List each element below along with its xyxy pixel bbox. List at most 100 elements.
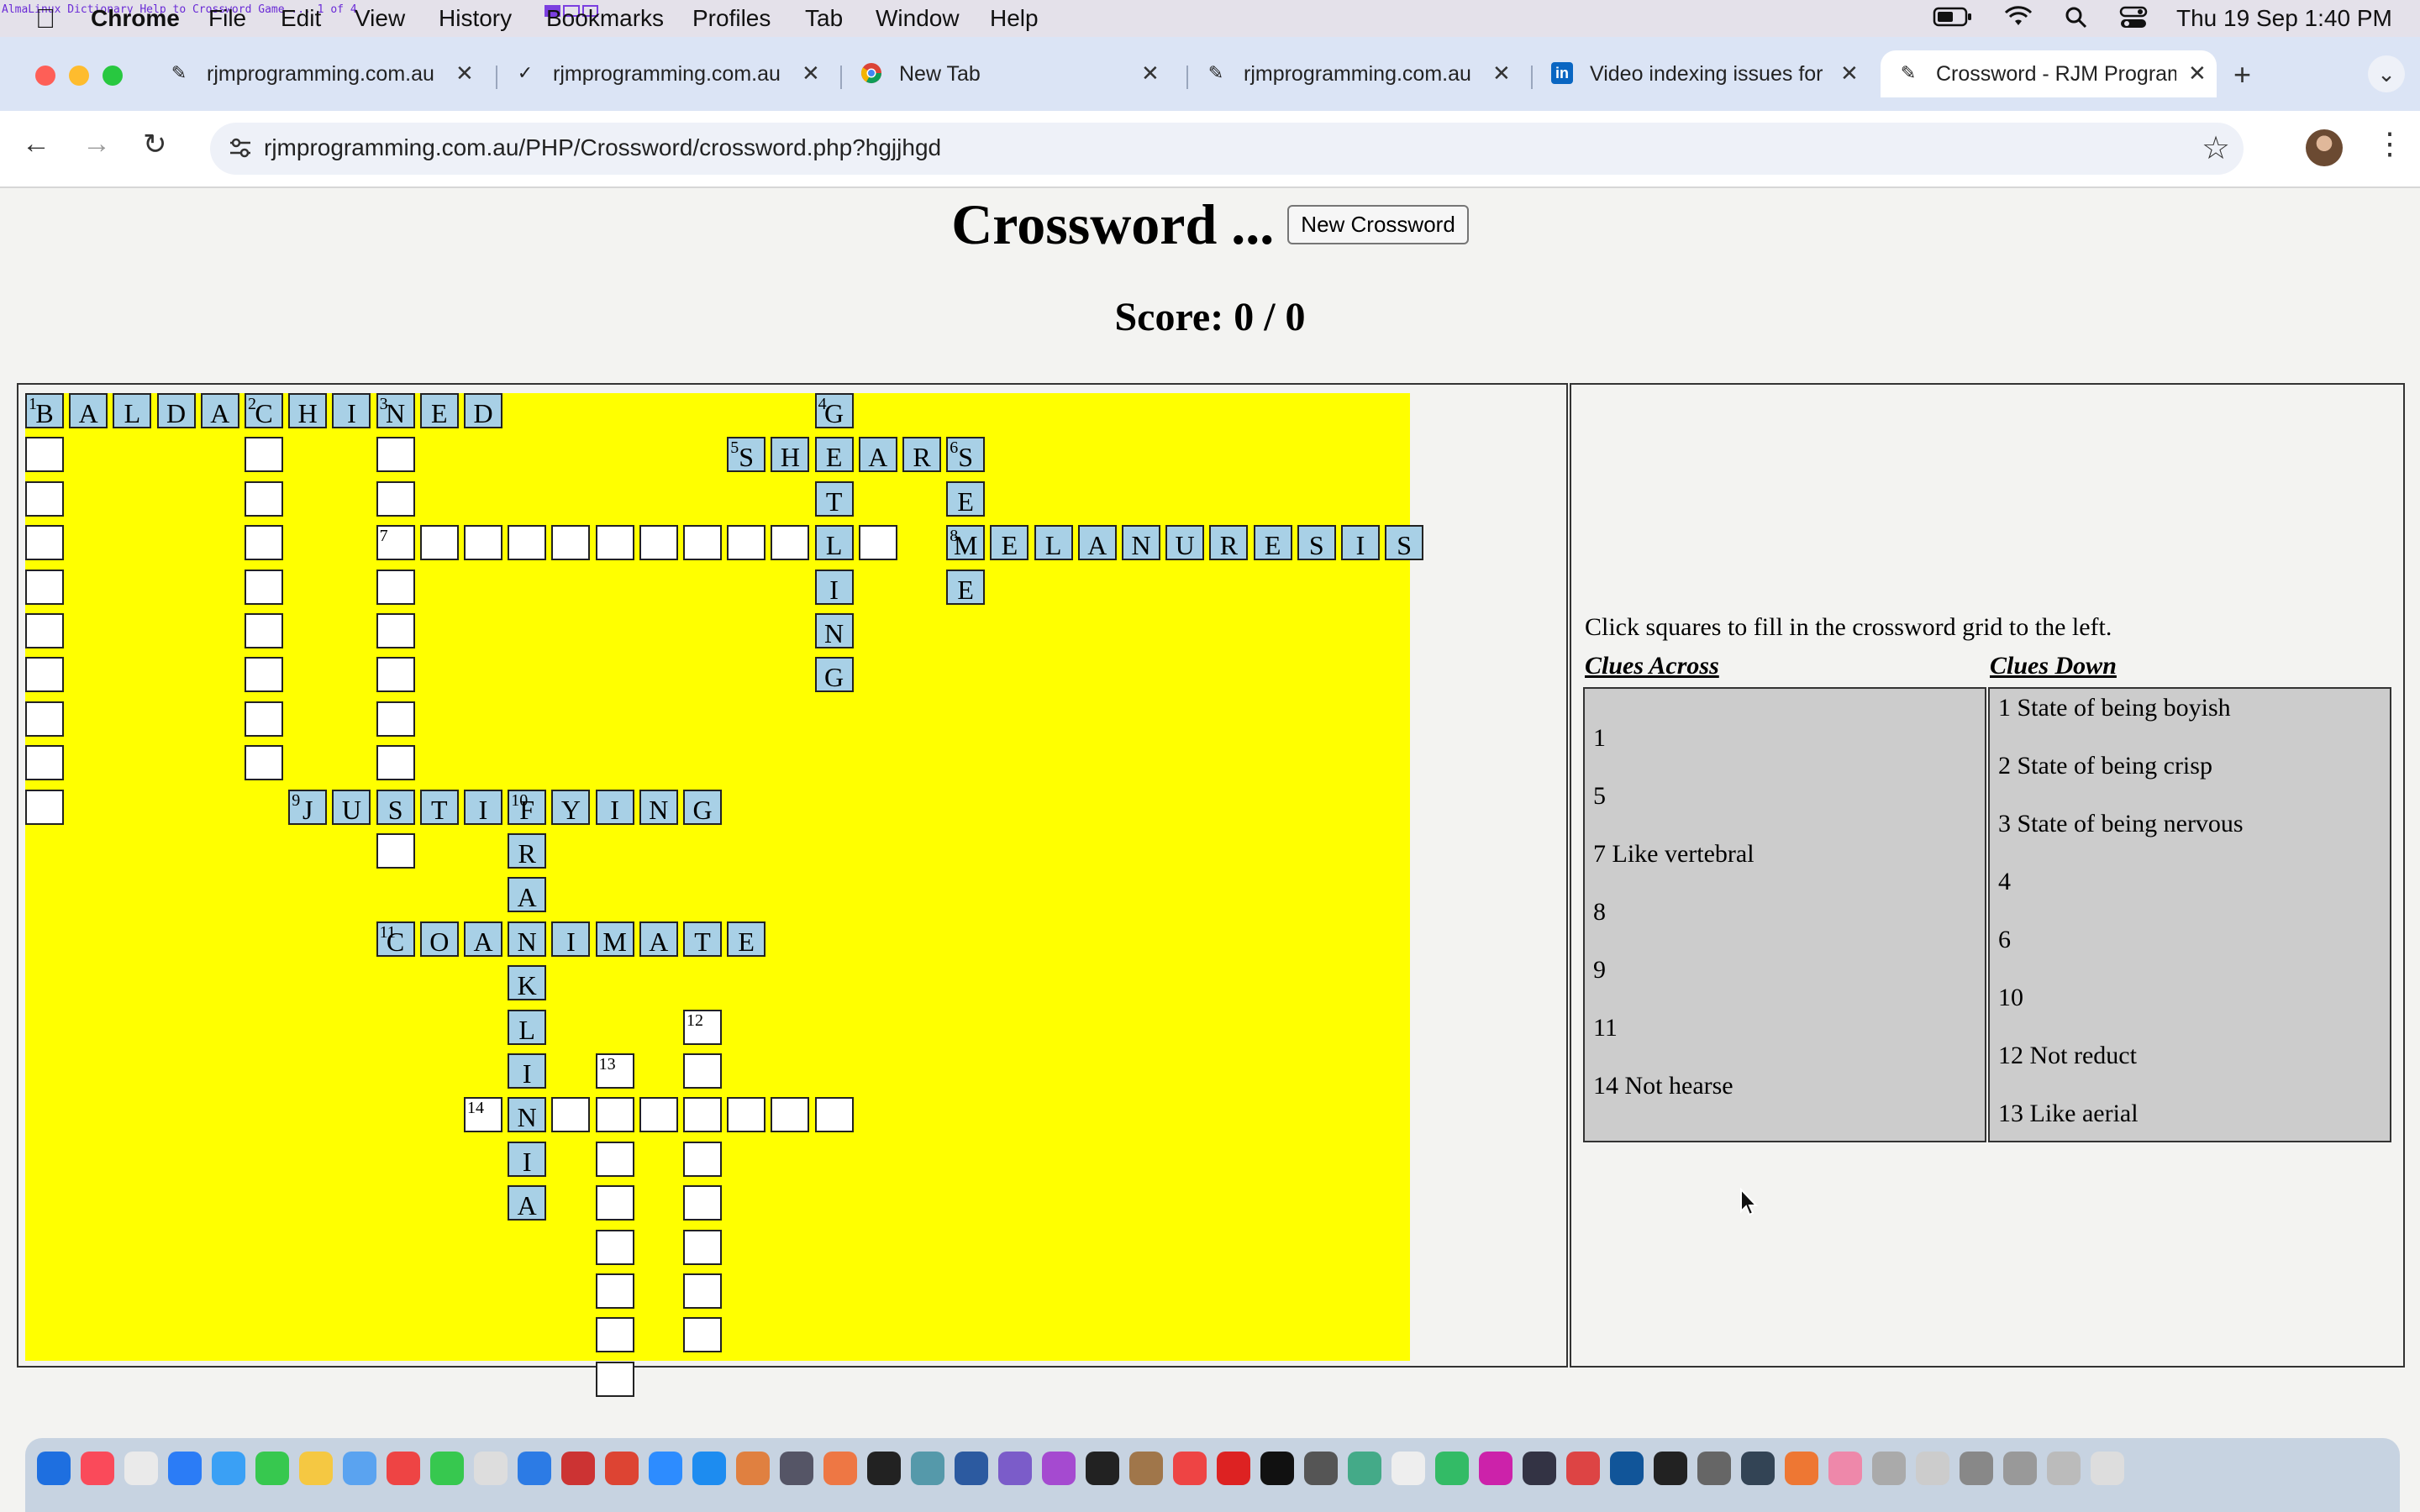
tab-rjm-3[interactable]: ✎ rjmprogramming.com.au ✕ — [1203, 50, 1514, 97]
crossword-cell[interactable] — [376, 833, 415, 869]
crossword-cell[interactable]: 3N — [376, 393, 415, 428]
crossword-cell[interactable]: T — [814, 480, 854, 517]
crossword-cell[interactable]: 1B — [25, 393, 64, 428]
crossword-cell[interactable] — [683, 1097, 722, 1133]
crossword-cell[interactable]: E — [1253, 525, 1292, 561]
notes-icon[interactable] — [299, 1452, 333, 1485]
chrome-menu-icon[interactable]: ⋮ — [2375, 126, 2405, 161]
apple-tv-icon[interactable] — [867, 1452, 901, 1485]
crossword-cell[interactable] — [25, 525, 64, 561]
menu-edit[interactable]: Edit — [281, 5, 321, 32]
wifi-icon[interactable] — [2003, 5, 2033, 34]
crossword-cell[interactable]: L — [113, 393, 152, 428]
terminal-icon[interactable] — [1086, 1452, 1119, 1485]
crossword-cell[interactable]: D — [156, 393, 196, 428]
firefox-icon[interactable] — [1566, 1452, 1600, 1485]
crossword-cell[interactable]: A — [508, 1185, 547, 1221]
script-editor-icon[interactable] — [1828, 1452, 1862, 1485]
crossword-cell[interactable]: 4G — [814, 393, 854, 428]
textedit-icon[interactable] — [474, 1452, 508, 1485]
crossword-cell[interactable] — [595, 1097, 634, 1133]
crossword-cell[interactable]: 6S — [946, 437, 986, 473]
crossword-cell[interactable] — [683, 525, 722, 561]
crossword-cell[interactable] — [771, 525, 810, 561]
crossword-cell[interactable] — [245, 613, 283, 648]
crossword-cell[interactable]: G — [814, 657, 854, 693]
crossword-cell[interactable]: A — [508, 877, 547, 913]
crossword-cell[interactable]: L — [814, 525, 854, 561]
messages-icon[interactable] — [255, 1452, 289, 1485]
folder-icon[interactable] — [1916, 1452, 1949, 1485]
crossword-cell[interactable]: H — [288, 393, 328, 428]
crossword-cell[interactable]: 8M — [946, 525, 986, 561]
launchpad-icon[interactable] — [387, 1452, 420, 1485]
close-tab-icon[interactable]: ✕ — [455, 60, 474, 87]
close-tab-icon[interactable]: ✕ — [802, 60, 820, 87]
menu-bookmarks[interactable]: Bookmarks — [546, 5, 664, 32]
crossword-cell[interactable]: M — [595, 921, 634, 957]
crossword-cell[interactable] — [376, 480, 415, 517]
crossword-cell[interactable]: A — [200, 393, 239, 428]
safari-icon[interactable] — [168, 1452, 202, 1485]
music-icon[interactable] — [81, 1452, 114, 1485]
crossword-cell[interactable] — [683, 1053, 722, 1089]
crossword-cell[interactable] — [727, 525, 766, 561]
tab-rjm-2[interactable]: ✓ rjmprogramming.com.au ✕ — [513, 50, 823, 97]
crossword-cell[interactable] — [376, 569, 415, 605]
crossword-cell[interactable]: L — [1034, 525, 1073, 561]
crossword-cell[interactable]: S — [1385, 525, 1424, 561]
menubar-clock[interactable]: Thu 19 Sep 1:40 PM — [2176, 5, 2392, 32]
crossword-cell[interactable]: 2C — [245, 393, 283, 428]
crossword-cell[interactable]: O — [419, 921, 459, 957]
spotlight-search-icon[interactable] — [2064, 5, 2089, 36]
crossword-cell[interactable] — [464, 525, 502, 561]
crossword-cell[interactable]: U — [332, 789, 371, 825]
gimp-icon[interactable] — [780, 1452, 813, 1485]
postgres-icon[interactable] — [1654, 1452, 1687, 1485]
crossword-cell[interactable] — [376, 437, 415, 473]
crossword-cell[interactable]: Y — [551, 789, 591, 825]
quicktime-icon[interactable] — [1435, 1452, 1469, 1485]
crossword-cell[interactable]: 10 F — [508, 789, 547, 825]
menu-history[interactable]: History — [439, 5, 512, 32]
crossword-cell[interactable] — [595, 1185, 634, 1221]
crossword-cell[interactable] — [595, 525, 634, 561]
minimize-window-icon[interactable] — [69, 66, 89, 86]
url-text[interactable]: rjmprogramming.com.au/PHP/Crossword/cros… — [264, 134, 941, 161]
podcasts-icon[interactable] — [1042, 1452, 1076, 1485]
reload-icon[interactable]: ↻ — [143, 128, 167, 161]
crossword-cell[interactable]: N — [639, 789, 678, 825]
terminal-2-icon[interactable] — [1260, 1452, 1294, 1485]
zoom-icon[interactable] — [649, 1452, 682, 1485]
preview-icon[interactable] — [343, 1452, 376, 1485]
photos-icon[interactable] — [736, 1452, 770, 1485]
document-icon[interactable] — [1960, 1452, 1993, 1485]
crossword-cell[interactable] — [551, 525, 591, 561]
crossword-cell[interactable] — [376, 613, 415, 648]
crossword-cell[interactable] — [245, 745, 283, 781]
crossword-cell[interactable]: N — [1122, 525, 1160, 561]
crossword-cell[interactable] — [25, 613, 64, 648]
crossword-cell[interactable]: I — [332, 393, 371, 428]
crossword-cell[interactable]: E — [990, 525, 1029, 561]
crossword-cell[interactable]: 7 — [376, 525, 415, 561]
crossword-cell[interactable] — [245, 437, 283, 473]
crossword-cell[interactable]: E — [814, 437, 854, 473]
crossword-cell[interactable]: H — [771, 437, 810, 473]
crossword-cell[interactable]: 12 — [683, 1009, 722, 1045]
crossword-cell[interactable]: 9J — [288, 789, 328, 825]
crossword-cell[interactable] — [25, 480, 64, 517]
tab-linkedin[interactable]: in Video indexing issues for ✕ — [1549, 50, 1860, 97]
apple-icon[interactable]:  — [35, 3, 55, 34]
crossword-cell[interactable]: A — [858, 437, 897, 473]
chrome-icon[interactable] — [1348, 1452, 1381, 1485]
bookmark-star-icon[interactable]: ☆ — [2202, 129, 2230, 167]
crossword-cell[interactable]: E — [727, 921, 766, 957]
file-icon[interactable] — [2003, 1452, 2037, 1485]
finder-icon[interactable] — [37, 1452, 71, 1485]
crossword-cell[interactable] — [858, 525, 897, 561]
menu-app-name[interactable]: Chrome — [91, 5, 180, 32]
tab-rjm-1[interactable]: ✎ rjmprogramming.com.au ✕ — [166, 50, 477, 97]
crossword-cell[interactable]: R — [508, 833, 547, 869]
tab-crossword-active[interactable]: ✎ Crossword - RJM Programming ✕ — [1881, 50, 2217, 97]
